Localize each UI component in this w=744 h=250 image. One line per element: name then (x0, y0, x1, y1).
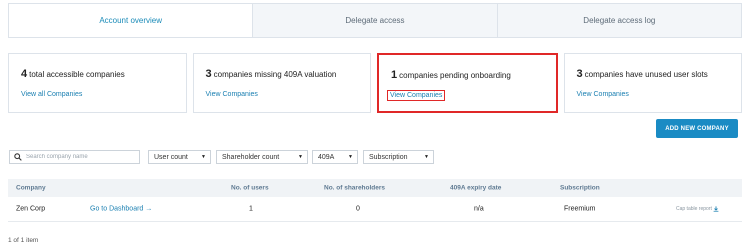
cap-table-report-label: Cap table report (676, 206, 712, 213)
card-text: companies missing 409A valuation (213, 70, 337, 79)
card-title: 1 companies pending onboarding (391, 69, 556, 81)
cap-table-report-link[interactable]: Cap table report (676, 206, 719, 212)
caret-down-icon: ▼ (201, 154, 206, 160)
user-count: 1 (249, 205, 253, 213)
caret-down-icon: ▼ (348, 154, 353, 160)
filter-label: 409A (318, 153, 335, 161)
card-count: 3 (576, 68, 583, 80)
subscription-filter[interactable]: Subscription ▼ (363, 150, 434, 164)
409a-filter[interactable]: 409A ▼ (312, 150, 358, 164)
card-text: companies have unused user slots (584, 70, 708, 79)
search-input[interactable] (26, 154, 136, 160)
card-title: 3 companies have unused user slots (577, 68, 742, 80)
tab-delegate-access-log[interactable]: Delegate access log (496, 4, 741, 37)
subscription-value: Freemium (564, 205, 596, 213)
companies-table: Company No. of users No. of shareholders… (8, 179, 742, 222)
search-box[interactable] (9, 150, 140, 164)
go-to-dashboard-link[interactable]: Go to Dashboard → (90, 206, 152, 213)
shareholder-count-filter[interactable]: Shareholder count ▼ (216, 150, 308, 164)
card-count: 1 (391, 69, 398, 81)
shareholder-count: 0 (356, 205, 360, 213)
card-missing-409a: 3 companies missing 409A valuation View C… (192, 53, 371, 113)
caret-down-icon: ▼ (424, 154, 429, 160)
caret-down-icon: ▼ (298, 154, 303, 160)
filter-label: Subscription (369, 153, 408, 161)
card-title: 3 companies missing 409A valuation (206, 68, 371, 80)
arrow-right-icon: → (145, 205, 153, 213)
view-companies-pending-onboarding-link[interactable]: View Companies (387, 90, 446, 101)
filter-label: User count (154, 153, 188, 161)
table-row: Zen Corp Go to Dashboard → 1 0 n/a Freem… (8, 197, 742, 222)
summary-cards: 4 total accessible companies View all Com… (8, 53, 742, 113)
card-text: companies pending onboarding (399, 71, 511, 80)
card-accessible-companies: 4 total accessible companies View all Com… (8, 53, 187, 113)
add-new-company-button[interactable]: ADD NEW COMPANY (656, 119, 738, 138)
col-company: Company (16, 184, 46, 192)
tab-delegate-access[interactable]: Delegate access (252, 4, 496, 37)
card-unused-user-slots: 3 companies have unused user slots View C… (563, 53, 742, 113)
col-subscription: Subscription (560, 184, 600, 192)
col-409a-expiry: 409A expiry date (450, 184, 502, 192)
user-count-filter[interactable]: User count ▼ (148, 150, 211, 164)
col-users: No. of users (231, 184, 269, 192)
col-shareholders: No. of shareholders (324, 184, 386, 192)
download-icon (713, 206, 719, 212)
view-companies-unused-slots-link[interactable]: View Companies (577, 91, 629, 98)
filter-label: Shareholder count (222, 153, 280, 161)
company-name: Zen Corp (16, 205, 46, 213)
view-companies-missing-409a-link[interactable]: View Companies (206, 91, 258, 98)
table-header: Company No. of users No. of shareholders… (8, 179, 742, 197)
view-all-companies-link[interactable]: View all Companies (21, 91, 82, 98)
tab-account-overview[interactable]: Account overview (9, 4, 253, 37)
card-count: 3 (205, 68, 212, 80)
dashboard-link-label: Go to Dashboard (90, 205, 144, 213)
tab-bar: Account overview Delegate access Delegat… (8, 3, 742, 38)
card-text: total accessible companies (29, 70, 125, 79)
card-pending-onboarding: 1 companies pending onboarding View Compa… (377, 53, 558, 113)
card-title: 4 total accessible companies (21, 68, 186, 80)
card-count: 4 (21, 68, 28, 80)
search-icon (14, 153, 22, 161)
pagination-info: 1 of 1 item (8, 237, 39, 244)
409a-expiry: n/a (474, 205, 484, 213)
